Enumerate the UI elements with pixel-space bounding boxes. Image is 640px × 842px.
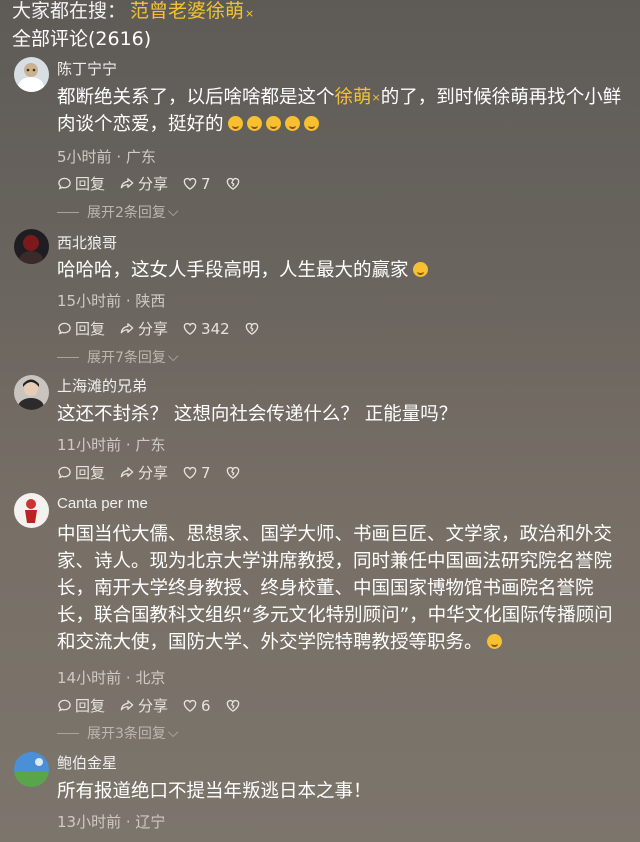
grin-emoji (227, 116, 243, 131)
comment-text: 哈哈哈，这女人手段高明，人生最大的赢家 (57, 257, 627, 284)
like-count: 7 (201, 463, 211, 482)
like-count: 7 (201, 174, 211, 193)
broken-heart-icon (226, 177, 239, 190)
grin-emoji (284, 116, 300, 131)
dislike-button[interactable] (225, 465, 244, 480)
avatar[interactable] (14, 229, 49, 264)
heart-icon (183, 699, 197, 712)
username[interactable]: 鲍伯金星 (57, 752, 117, 773)
reply-icon (58, 699, 71, 712)
expand-replies[interactable]: 展开2条回复 ⌵ (57, 202, 179, 222)
comment-text: 都断绝关系了，以后啥啥都是这个徐萌⨯的了，到时候徐萌再找个小鲜肉谈个恋爱，挺好的 (57, 87, 622, 135)
comment-meta: 13小时前 · 辽宁 (57, 813, 166, 831)
broken-heart-icon (226, 466, 239, 479)
comment-location: 陕西 (135, 292, 166, 310)
search-icon: ⨯ (371, 91, 381, 104)
share-button[interactable]: 分享 (119, 318, 168, 339)
username[interactable]: Canta per me (57, 495, 148, 512)
like-button[interactable]: 6 (182, 697, 211, 715)
hot-search-prefix: 大家都在搜： (12, 0, 127, 22)
chevron-down-icon: ⌵ (167, 725, 179, 741)
username[interactable]: 上海滩的兄弟 (57, 375, 147, 396)
keyword-link[interactable]: 徐萌 (335, 87, 372, 108)
laugh-cry-emoji (412, 262, 428, 277)
comment-actions: 回复 分享 7 (57, 173, 258, 194)
hot-search-keyword[interactable]: 范曾老婆徐萌 (130, 0, 244, 23)
username[interactable]: 陈丁宁宁 (57, 58, 117, 79)
share-icon (120, 323, 134, 334)
dislike-button[interactable] (244, 321, 263, 336)
comment-time: 14小时前 (57, 669, 122, 687)
divider-line (57, 211, 79, 213)
like-button[interactable]: 342 (182, 320, 230, 338)
reply-icon (58, 322, 71, 335)
avatar[interactable] (14, 752, 49, 787)
grin-emoji (303, 116, 319, 131)
share-button[interactable]: 分享 (119, 695, 168, 716)
share-button[interactable]: 分享 (119, 462, 168, 483)
search-icon[interactable]: ⨯ (245, 7, 254, 20)
like-button[interactable]: 7 (182, 175, 211, 193)
comment-text: 这还不封杀？ 这想向社会传递什么？ 正能量吗？ (57, 404, 458, 425)
hot-search-bar[interactable]: 大家都在搜： 范曾老婆徐萌 ⨯ (12, 0, 254, 23)
comment-meta: 14小时前 · 北京 (57, 669, 166, 687)
reply-icon (58, 466, 71, 479)
comment-time: 5小时前 (57, 148, 112, 166)
comment-actions: 回复 分享 7 (57, 462, 258, 483)
chevron-down-icon: ⌵ (167, 204, 179, 220)
dislike-button[interactable] (225, 698, 244, 713)
reply-button[interactable]: 回复 (57, 462, 105, 483)
comment-time: 13小时前 (57, 813, 122, 831)
avatar[interactable] (14, 375, 49, 410)
comment-actions: 回复 分享 6 (57, 695, 258, 716)
share-icon (120, 178, 134, 189)
share-icon (120, 700, 134, 711)
reply-button[interactable]: 回复 (57, 695, 105, 716)
comment-meta: 15小时前 · 陕西 (57, 292, 166, 310)
chevron-down-icon: ⌵ (167, 349, 179, 365)
comment-text: 所有报道绝口不提当年叛逃日本之事！ (57, 781, 372, 802)
grin-emoji (246, 116, 262, 131)
comment-location: 北京 (135, 669, 166, 687)
like-count: 342 (201, 319, 230, 338)
expand-replies[interactable]: 展开3条回复 ⌵ (57, 723, 179, 743)
avatar[interactable] (14, 493, 49, 528)
comment-location: 广东 (125, 148, 156, 166)
avatar[interactable] (14, 57, 49, 92)
broken-heart-icon (245, 322, 258, 335)
grin-emoji (265, 116, 281, 131)
like-count: 6 (201, 696, 211, 715)
comment-text: 中国当代大儒、思想家、国学大师、书画巨匠、文学家，政治和外交家、诗人。现为北京大… (57, 524, 613, 653)
comment-location: 辽宁 (135, 813, 166, 831)
dislike-button[interactable] (225, 176, 244, 191)
like-button[interactable]: 7 (182, 464, 211, 482)
comment-location: 广东 (135, 436, 166, 454)
comment-time: 15小时前 (57, 292, 122, 310)
total-comments: 全部评论(2616) (12, 28, 152, 50)
reply-button[interactable]: 回复 (57, 173, 105, 194)
expand-replies[interactable]: 展开7条回复 ⌵ (57, 347, 179, 367)
heart-icon (183, 177, 197, 190)
reply-button[interactable]: 回复 (57, 318, 105, 339)
comment-meta: 11小时前 · 广东 (57, 436, 166, 454)
laugh-cry-emoji (486, 634, 502, 649)
broken-heart-icon (226, 699, 239, 712)
divider-line (57, 732, 79, 734)
share-button[interactable]: 分享 (119, 173, 168, 194)
username[interactable]: 西北狼哥 (57, 232, 117, 253)
comment-time: 11小时前 (57, 436, 122, 454)
share-icon (120, 467, 134, 478)
heart-icon (183, 466, 197, 479)
comment-meta: 5小时前 · 广东 (57, 148, 156, 166)
divider-line (57, 356, 79, 358)
reply-icon (58, 177, 71, 190)
heart-icon (183, 322, 197, 335)
comment-actions: 回复 分享 342 (57, 318, 277, 339)
